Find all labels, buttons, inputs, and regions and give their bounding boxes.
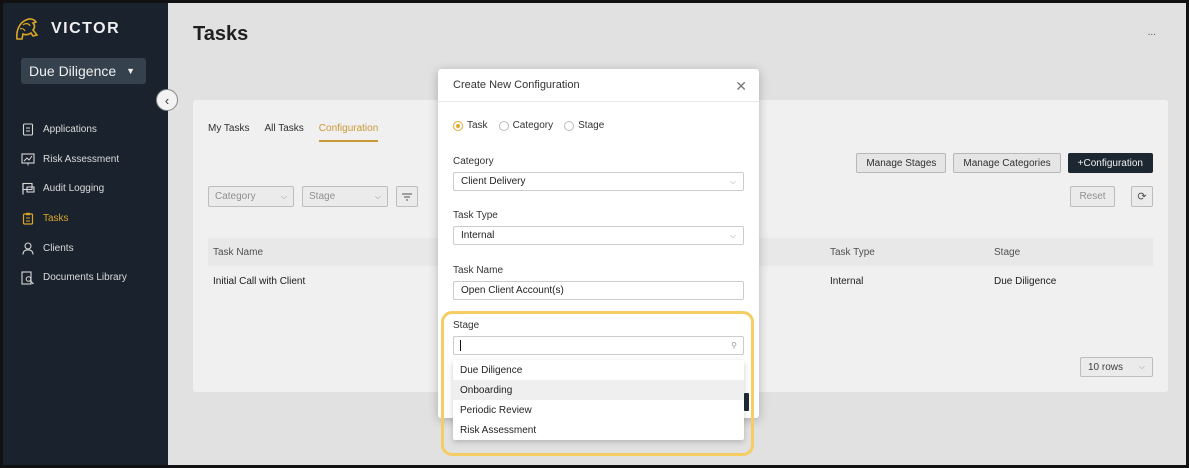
caret-down-icon: ▼ (126, 66, 136, 76)
chart-icon (21, 152, 35, 166)
modal-header: Create New Configuration (438, 69, 759, 102)
document-icon (21, 123, 35, 137)
category-select[interactable]: Client Delivery ⌵ (453, 172, 744, 191)
flag-icon (21, 182, 35, 196)
cell-task-type: Internal (830, 275, 864, 287)
manage-stages-button[interactable]: Manage Stages (856, 153, 947, 173)
refresh-icon: ⟳ (1137, 191, 1147, 203)
sidebar-item-documents-library[interactable]: Documents Library (21, 263, 166, 293)
clipboard-icon (21, 212, 35, 226)
lion-logo-icon (16, 18, 39, 40)
category-field-label: Category (453, 156, 494, 167)
column-header-task-name: Task Name (213, 246, 264, 258)
chevron-left-icon: ‹ (164, 92, 170, 108)
tab-my-tasks[interactable]: My Tasks (208, 123, 250, 142)
reset-button[interactable]: Reset (1070, 186, 1115, 207)
sidebar-item-tasks[interactable]: Tasks (21, 204, 166, 234)
radio-label: Category (512, 120, 554, 131)
radio-button-selected[interactable] (453, 120, 463, 131)
toolbar: Manage Stages Manage Categories +Configu… (856, 153, 1153, 173)
logo: VICTOR (13, 15, 120, 43)
sidebar-item-clients[interactable]: Clients (21, 233, 166, 263)
radio-category[interactable]: Category (498, 120, 554, 131)
sidebar-nav: Applications Risk Assessment Audit Loggi… (21, 115, 166, 293)
column-header-stage: Stage (994, 246, 1021, 258)
tab-all-tasks[interactable]: All Tasks (265, 123, 304, 142)
sidebar: VICTOR Due Diligence ▼ Applications Risk… (3, 3, 168, 465)
task-name-input[interactable]: Open Client Account(s) (453, 281, 744, 300)
cell-stage: Due Diligence (994, 275, 1057, 287)
task-type-field-label: Task Type (453, 210, 498, 221)
sidebar-item-label: Documents Library (43, 272, 127, 284)
more-options-button[interactable]: ... (1148, 27, 1156, 38)
chevron-down-icon: ⌵ (374, 191, 381, 201)
chevron-down-icon: ⌵ (1138, 362, 1145, 371)
manage-categories-button[interactable]: Manage Categories (953, 153, 1061, 173)
sidebar-item-label: Tasks (43, 213, 69, 225)
task-type-select[interactable]: Internal ⌵ (453, 226, 744, 245)
stage-option-due-diligence[interactable]: Due Diligence (453, 360, 744, 380)
stage-search-input[interactable]: ⚲ (453, 336, 744, 355)
stage-option-onboarding[interactable]: Onboarding (453, 380, 744, 400)
cell-task-name: Initial Call with Client (213, 275, 306, 287)
sidebar-item-label: Audit Logging (43, 183, 105, 195)
filter-button[interactable] (396, 186, 418, 207)
sidebar-item-label: Risk Assessment (43, 153, 120, 165)
collapse-sidebar-button[interactable]: ‹ (156, 89, 178, 111)
sidebar-item-label: Clients (43, 242, 74, 254)
sidebar-item-audit-logging[interactable]: Audit Logging (21, 174, 166, 204)
sidebar-item-applications[interactable]: Applications (21, 115, 166, 145)
config-type-radio-group: Task Category Stage (453, 120, 604, 131)
stage-filter-placeholder: Stage (309, 191, 336, 202)
rows-per-page-select[interactable]: 10 rows ⌵ (1080, 357, 1153, 377)
logo-text: VICTOR (51, 20, 121, 37)
workspace-label: Due Diligence (29, 63, 117, 79)
chevron-down-icon: ⌵ (729, 176, 736, 186)
app-window: VICTOR Due Diligence ▼ Applications Risk… (0, 0, 1189, 468)
radio-label: Task (467, 120, 488, 131)
add-configuration-button[interactable]: +Configuration (1067, 153, 1153, 173)
refresh-button[interactable]: ⟳ (1131, 186, 1153, 207)
submit-button[interactable] (744, 393, 749, 411)
task-name-field-label: Task Name (453, 265, 504, 276)
column-header-task-type: Task Type (830, 246, 875, 258)
filter-icon (402, 193, 412, 200)
text-cursor (460, 340, 461, 351)
category-filter[interactable]: Category ⌵ (208, 186, 294, 207)
sidebar-item-label: Applications (43, 124, 97, 136)
radio-button[interactable] (564, 120, 575, 131)
sidebar-item-risk-assessment[interactable]: Risk Assessment (21, 145, 166, 175)
stage-filter[interactable]: Stage ⌵ (302, 186, 388, 207)
tab-bar: My Tasks All Tasks Configuration (208, 123, 379, 142)
chevron-down-icon: ⌵ (280, 191, 287, 201)
task-name-input-value: Open Client Account(s) (461, 285, 564, 296)
radio-task[interactable]: Task (453, 120, 488, 131)
radio-stage[interactable]: Stage (564, 120, 604, 131)
page-title: Tasks (193, 23, 249, 45)
category-select-value: Client Delivery (461, 176, 526, 187)
doc-search-icon (21, 271, 35, 285)
modal-title: Create New Configuration (453, 79, 580, 91)
filters: Category ⌵ Stage ⌵ (208, 186, 418, 207)
radio-label: Stage (578, 120, 605, 131)
chevron-down-icon: ⌵ (729, 230, 736, 240)
radio-button[interactable] (498, 120, 509, 131)
search-icon: ⚲ (731, 341, 737, 350)
stage-field-label: Stage (453, 320, 480, 331)
category-filter-placeholder: Category (215, 191, 256, 202)
stage-dropdown: Due Diligence Onboarding Periodic Review… (453, 360, 744, 440)
close-icon[interactable]: ✕ (735, 78, 747, 95)
rows-per-page-label: 10 rows (1088, 361, 1124, 373)
tab-configuration[interactable]: Configuration (318, 123, 379, 142)
workspace-selector[interactable]: Due Diligence ▼ (21, 58, 146, 84)
user-icon (21, 241, 35, 255)
stage-option-risk-assessment[interactable]: Risk Assessment (453, 420, 744, 440)
stage-option-periodic-review[interactable]: Periodic Review (453, 400, 744, 420)
task-type-select-value: Internal (461, 230, 495, 241)
